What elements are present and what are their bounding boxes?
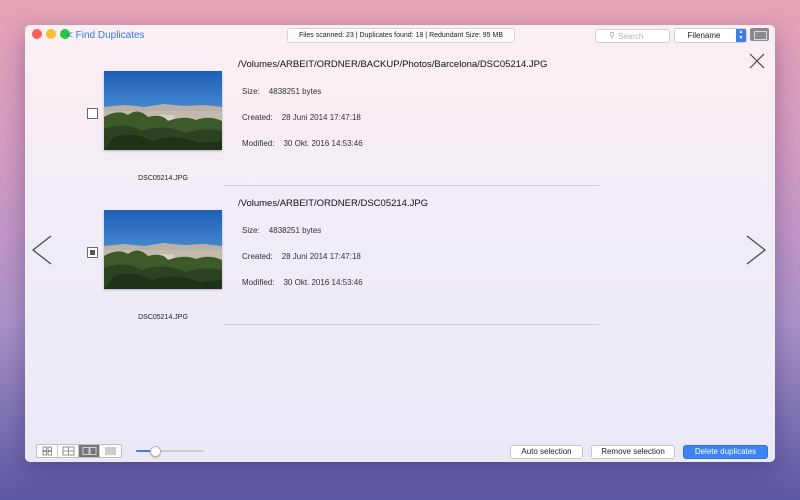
thumbnail-filename: DSC05214.JPG [138, 175, 188, 182]
created-label: Created: [242, 113, 273, 122]
sidebar-icon [754, 31, 767, 40]
modified-label: Modified: [242, 278, 275, 287]
compare-icon [82, 447, 97, 455]
thumbnail-size-slider[interactable] [136, 446, 204, 457]
item-divider [224, 185, 599, 186]
search-icon: ⚲ [609, 31, 615, 40]
file-size: Size: 4838251 bytes [242, 87, 321, 96]
toggle-sidebar-button[interactable] [750, 28, 769, 41]
sort-by-select[interactable]: Filename ▲ ▼ [674, 28, 747, 43]
bottom-toolbar: Auto selection Remove selection Delete d… [25, 438, 775, 462]
created-value: 28 Juni 2014 17:47:18 [281, 113, 361, 122]
view-compare-button[interactable] [79, 445, 100, 457]
stepper-arrows-icon: ▲ ▼ [736, 29, 746, 42]
file-created: Created: 28 Juni 2014 17:47:18 [242, 252, 361, 261]
remove-selection-button[interactable]: Remove selection [591, 445, 675, 459]
sort-by-value: Filename [687, 31, 721, 40]
delete-duplicates-button[interactable]: Delete duplicates [683, 445, 768, 459]
minimize-window-button[interactable] [46, 29, 56, 39]
size-label: Size: [242, 87, 260, 96]
title-bar: < Find Duplicates Files scanned: 23 | Du… [25, 25, 775, 47]
duplicate-item: DSC05214.JPG /Volumes/ARBEIT/ORDNER/BACK… [25, 54, 775, 192]
file-modified: Modified: 30 Okt. 2016 14:53:46 [242, 139, 363, 148]
search-input[interactable] [618, 30, 666, 42]
duplicate-item: DSC05214.JPG /Volumes/ARBEIT/ORDNER/DSC0… [25, 193, 775, 331]
select-checkbox[interactable] [87, 108, 98, 119]
thumbnail-filename: DSC05214.JPG [138, 314, 188, 321]
view-mode-segmented-control [36, 444, 122, 458]
close-window-button[interactable] [32, 29, 42, 39]
slider-knob[interactable] [150, 446, 162, 457]
file-path: /Volumes/ARBEIT/ORDNER/BACKUP/Photos/Bar… [238, 59, 548, 70]
list-icon [105, 447, 116, 455]
search-field[interactable]: ⚲ [595, 29, 670, 43]
grid-large-icon [62, 446, 75, 456]
created-label: Created: [242, 252, 273, 261]
file-created: Created: 28 Juni 2014 17:47:18 [242, 113, 361, 122]
file-path: /Volumes/ARBEIT/ORDNER/DSC05214.JPG [238, 198, 429, 209]
size-label: Size: [242, 226, 260, 235]
back-to-find-duplicates-link[interactable]: < Find Duplicates [67, 30, 145, 41]
select-checkbox[interactable] [87, 247, 98, 258]
size-value: 4838251 bytes [268, 87, 322, 96]
view-list-button[interactable] [100, 445, 121, 457]
modified-label: Modified: [242, 139, 275, 148]
app-window: < Find Duplicates Files scanned: 23 | Du… [25, 25, 775, 462]
modified-value: 30 Okt. 2016 14:53:46 [283, 139, 363, 148]
created-value: 28 Juni 2014 17:47:18 [281, 252, 361, 261]
view-grid-large-button[interactable] [58, 445, 79, 457]
auto-selection-button[interactable]: Auto selection [510, 445, 583, 459]
scan-status: Files scanned: 23 | Duplicates found: 18… [287, 28, 515, 43]
size-value: 4838251 bytes [268, 226, 322, 235]
photo-thumbnail[interactable] [104, 71, 222, 150]
view-grid-small-button[interactable] [37, 445, 58, 457]
grid-small-icon [42, 446, 52, 456]
item-divider [224, 324, 599, 325]
photo-thumbnail[interactable] [104, 210, 222, 289]
modified-value: 30 Okt. 2016 14:53:46 [283, 278, 363, 287]
file-size: Size: 4838251 bytes [242, 226, 321, 235]
file-modified: Modified: 30 Okt. 2016 14:53:46 [242, 278, 363, 287]
